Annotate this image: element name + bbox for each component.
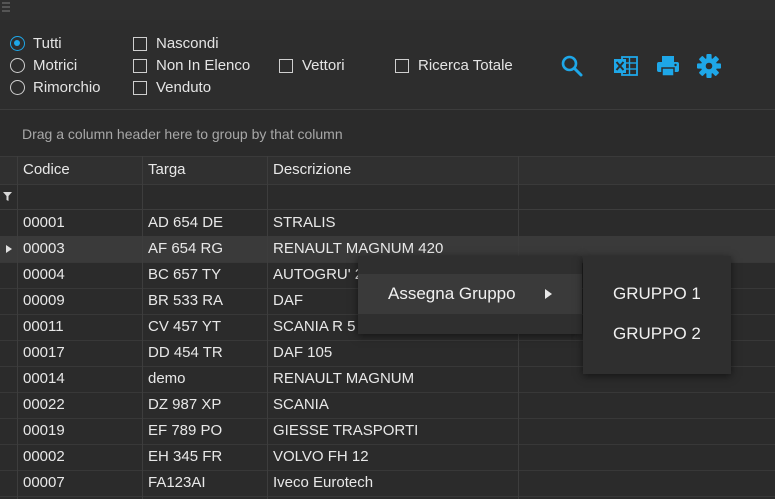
cell-codice[interactable]: 00017 [23,340,65,366]
excel-export-icon [614,56,638,76]
radio-tutti[interactable]: Tutti [10,35,62,52]
context-menu-item-assegna-gruppo[interactable]: Assegna Gruppo [358,274,582,314]
checkbox-ricerca-totale[interactable]: Ricerca Totale [395,57,513,74]
radio-motrici[interactable]: Motrici [10,57,77,74]
cell-targa[interactable]: EF 789 PO [148,418,222,444]
radio-selected-icon [10,36,25,51]
column-header-codice[interactable]: Codice [23,157,70,183]
cell-targa[interactable]: DD 454 TR [148,340,223,366]
print-button[interactable] [654,52,682,80]
search-icon [561,55,583,77]
filter-panel: Tutti Motrici Rimorchio Nascondi Non In … [0,20,775,110]
table-row[interactable]: 00001 AD 654 DE STRALIS [0,210,775,237]
cell-codice[interactable]: 00002 [23,444,65,470]
cell-descrizione[interactable]: RENAULT MAGNUM [273,366,414,392]
cell-descrizione[interactable]: DAF [273,288,303,314]
group-panel-hint: Drag a column header here to group by th… [22,126,343,142]
group-by-panel[interactable]: Drag a column header here to group by th… [0,110,775,156]
radio-label: Motrici [33,57,78,74]
column-divider [142,156,143,499]
cell-codice[interactable]: 00014 [23,366,65,392]
settings-button[interactable] [695,52,723,80]
context-menu-item-label: Assegna Gruppo [388,284,516,303]
radio-rimorchio[interactable]: Rimorchio [10,79,101,96]
cell-codice[interactable]: 00003 [23,236,65,262]
cell-codice[interactable]: 00022 [23,392,65,418]
radio-icon [10,58,25,73]
checkbox-non-in-elenco[interactable]: Non In Elenco [133,57,250,74]
cell-descrizione[interactable]: DAF 105 [273,340,332,366]
checkbox-icon [279,58,293,73]
submenu-item-label: GRUPPO 2 [613,324,701,343]
submenu-item-label: GRUPPO 1 [613,284,701,303]
column-divider [267,156,268,499]
cell-codice[interactable]: 00009 [23,288,65,314]
radio-label: Tutti [33,35,62,52]
checkbox-vettori[interactable]: Vettori [279,57,345,74]
table-row[interactable]: 00019 EF 789 PO GIESSE TRASPORTI [0,418,775,445]
cell-descrizione[interactable]: SCANIA R 5 [273,314,356,340]
checkbox-venduto[interactable]: Venduto [133,79,211,96]
grid-header: Codice Targa Descrizione [0,156,775,185]
cell-descrizione[interactable]: SCANIA [273,392,329,418]
radio-label: Rimorchio [33,79,101,96]
cell-codice[interactable]: 00001 [23,210,65,236]
cell-targa[interactable]: FA123AI [148,470,206,496]
search-button[interactable] [558,52,586,80]
filter-funnel-icon[interactable] [3,192,12,201]
cell-descrizione[interactable]: Iveco Eurotech [273,470,373,496]
drag-grip-icon[interactable] [2,2,10,12]
checkbox-label: Venduto [156,79,212,96]
settings-gear-icon [697,54,721,78]
checkbox-label: Non In Elenco [156,57,251,74]
cell-targa[interactable]: BR 533 RA [148,288,223,314]
checkbox-icon [395,58,409,73]
chevron-right-icon [545,289,552,299]
submenu-item-gruppo-2[interactable]: GRUPPO 2 [583,316,731,352]
cell-codice[interactable]: 00004 [23,262,65,288]
cell-codice[interactable]: 00007 [23,470,65,496]
column-header-targa[interactable]: Targa [148,157,186,183]
checkbox-label: Vettori [302,57,345,74]
print-icon [657,56,679,77]
title-strip [0,0,775,20]
checkbox-nascondi[interactable]: Nascondi [133,35,219,52]
cell-targa[interactable]: demo [148,366,186,392]
filter-row[interactable] [0,184,775,210]
current-row-indicator-icon [6,245,12,253]
radio-icon [10,80,25,95]
cell-descrizione[interactable]: STRALIS [273,210,336,236]
checkbox-icon [133,36,147,51]
cell-targa[interactable]: CV 457 YT [148,314,221,340]
checkbox-icon [133,58,147,73]
cell-codice[interactable]: 00019 [23,418,65,444]
checkbox-label: Ricerca Totale [418,57,513,74]
table-row[interactable]: 00007 FA123AI Iveco Eurotech [0,470,775,497]
cell-targa[interactable]: DZ 987 XP [148,392,221,418]
cell-codice[interactable]: 00011 [23,314,64,340]
table-row[interactable]: 00022 DZ 987 XP SCANIA [0,392,775,419]
cell-descrizione[interactable]: AUTOGRU' 2 [273,262,363,288]
column-header-descrizione[interactable]: Descrizione [273,157,351,183]
cell-descrizione[interactable]: GIESSE TRASPORTI [273,418,418,444]
submenu: GRUPPO 1 GRUPPO 2 [583,256,731,374]
checkbox-label: Nascondi [156,35,219,52]
column-divider [17,156,18,499]
cell-targa[interactable]: AD 654 DE [148,210,223,236]
submenu-item-gruppo-1[interactable]: GRUPPO 1 [583,276,731,312]
checkbox-icon [133,80,147,95]
context-menu: Assegna Gruppo [358,256,582,334]
cell-targa[interactable]: EH 345 FR [148,444,222,470]
cell-descrizione[interactable]: VOLVO FH 12 [273,444,369,470]
table-row[interactable]: 00002 EH 345 FR VOLVO FH 12 [0,444,775,471]
cell-targa[interactable]: BC 657 TY [148,262,221,288]
cell-targa[interactable]: AF 654 RG [148,236,223,262]
excel-export-button[interactable] [612,52,640,80]
